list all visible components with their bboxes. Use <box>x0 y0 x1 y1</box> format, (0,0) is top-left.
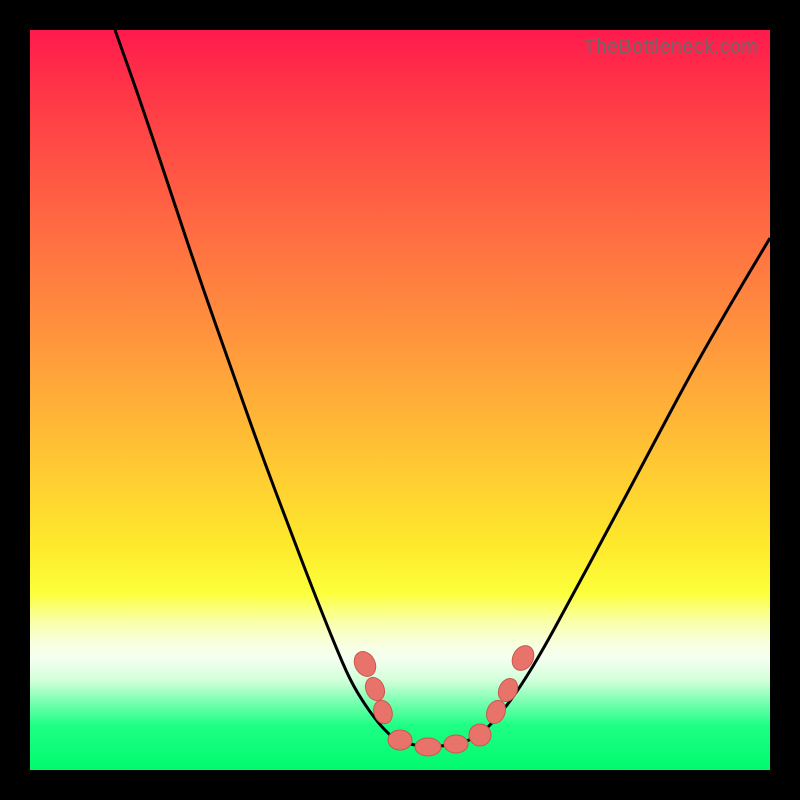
data-marker <box>415 738 441 756</box>
data-marker <box>371 698 396 726</box>
data-marker <box>444 735 468 753</box>
data-marker <box>508 642 538 675</box>
data-marker <box>388 730 412 750</box>
plot-area: TheBottleneck.com <box>30 30 770 770</box>
data-marker <box>362 674 388 703</box>
chart-frame: TheBottleneck.com <box>0 0 800 800</box>
bottleneck-curve <box>30 30 770 770</box>
curve-left <box>115 30 390 735</box>
data-markers <box>350 642 538 756</box>
data-marker <box>350 648 380 680</box>
